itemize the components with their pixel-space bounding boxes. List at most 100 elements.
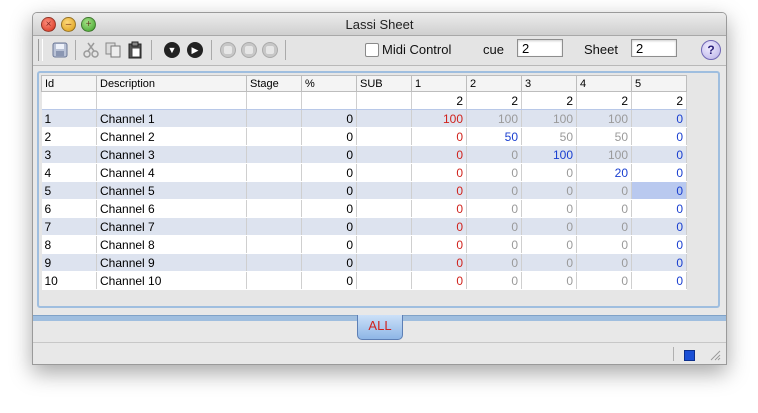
channel-stage-cell[interactable] <box>246 127 302 146</box>
play-icon[interactable]: ▶ <box>185 40 205 60</box>
channel-percent-cell[interactable]: 0 <box>301 145 357 164</box>
column-header-stage[interactable]: Stage <box>246 75 302 92</box>
column-header-cue-4[interactable]: 4 <box>576 75 632 92</box>
cue-level-cell[interactable]: 50 <box>466 127 522 146</box>
channel-description-cell[interactable]: Channel 4 <box>96 163 247 182</box>
column-header-cue-3[interactable]: 3 <box>521 75 577 92</box>
channel-id-cell[interactable]: 5 <box>41 181 97 200</box>
cue-level-cell[interactable]: 0 <box>411 127 467 146</box>
channel-stage-cell[interactable] <box>246 181 302 200</box>
cue-number-cell[interactable]: 2 <box>631 91 687 110</box>
cue-level-cell[interactable]: 0 <box>521 271 577 290</box>
column-header-description[interactable]: Description <box>96 75 247 92</box>
cue-level-cell[interactable]: 100 <box>521 145 577 164</box>
cue-level-cell[interactable]: 0 <box>521 163 577 182</box>
cue-level-cell[interactable]: 0 <box>466 181 522 200</box>
sheet-input[interactable] <box>631 39 677 57</box>
cue-level-cell[interactable]: 0 <box>631 181 687 200</box>
column-header-cue-2[interactable]: 2 <box>466 75 522 92</box>
channel-row[interactable]: 4 Channel 4 0 0 0 0 20 0 <box>41 163 687 182</box>
channel-percent-cell[interactable]: 0 <box>301 271 357 290</box>
channel-sub-cell[interactable] <box>356 145 412 164</box>
cue-level-cell[interactable]: 100 <box>466 109 522 128</box>
cue-level-cell[interactable]: 0 <box>631 199 687 218</box>
channel-stage-cell[interactable] <box>246 199 302 218</box>
cue-number-cell[interactable]: 2 <box>466 91 522 110</box>
cue-level-cell[interactable]: 100 <box>576 109 632 128</box>
cue-level-cell[interactable]: 0 <box>411 217 467 236</box>
cue-level-cell[interactable]: 0 <box>631 145 687 164</box>
cue-level-cell[interactable]: 0 <box>631 217 687 236</box>
cue-level-cell[interactable]: 100 <box>576 145 632 164</box>
cue-level-cell[interactable]: 0 <box>466 145 522 164</box>
cue-level-cell[interactable]: 20 <box>576 163 632 182</box>
cue-level-cell[interactable]: 0 <box>521 253 577 272</box>
channel-id-cell[interactable]: 7 <box>41 217 97 236</box>
cue-level-cell[interactable]: 100 <box>411 109 467 128</box>
channel-description-cell[interactable]: Channel 9 <box>96 253 247 272</box>
channel-row[interactable]: 3 Channel 3 0 0 0 100 100 0 <box>41 145 687 164</box>
column-header-sub[interactable]: SUB <box>356 75 412 92</box>
channel-sub-cell[interactable] <box>356 235 412 254</box>
channel-row[interactable]: 10 Channel 10 0 0 0 0 0 0 <box>41 271 687 290</box>
column-header-id[interactable]: Id <box>41 75 97 92</box>
channel-percent-cell[interactable]: 0 <box>301 199 357 218</box>
channel-row[interactable]: 8 Channel 8000000 <box>41 235 687 254</box>
channel-id-cell[interactable]: 1 <box>41 109 97 128</box>
channel-stage-cell[interactable] <box>246 271 302 290</box>
channel-stage-cell[interactable] <box>246 109 302 128</box>
cue-input[interactable] <box>517 39 563 57</box>
channel-sub-cell[interactable] <box>356 181 412 200</box>
cue-level-cell[interactable]: 0 <box>631 127 687 146</box>
cue-level-cell[interactable]: 0 <box>576 235 632 254</box>
channel-sub-cell[interactable] <box>356 199 412 218</box>
channel-id-cell[interactable]: 4 <box>41 163 97 182</box>
channel-percent-cell[interactable]: 0 <box>301 235 357 254</box>
channel-description-cell[interactable]: Channel 7 <box>96 217 247 236</box>
stop-icon[interactable] <box>260 40 280 60</box>
cue-level-cell[interactable]: 0 <box>466 217 522 236</box>
channel-sub-cell[interactable] <box>356 163 412 182</box>
channel-stage-cell[interactable] <box>246 217 302 236</box>
channel-id-cell[interactable]: 6 <box>41 199 97 218</box>
channel-description-cell[interactable]: Channel 6 <box>96 199 247 218</box>
channel-row[interactable]: 1 Channel 1 0 100 100 100 100 0 <box>41 109 687 128</box>
cue-level-cell[interactable]: 0 <box>466 271 522 290</box>
column-header-percent[interactable]: % <box>301 75 357 92</box>
cue-level-cell[interactable]: 0 <box>631 253 687 272</box>
down-arrow-icon[interactable]: ▼ <box>162 40 182 60</box>
paste-icon[interactable] <box>125 40 145 60</box>
column-header-cue-5[interactable]: 5 <box>631 75 687 92</box>
cue-number-cell[interactable]: 2 <box>521 91 577 110</box>
help-button[interactable]: ? <box>701 40 721 60</box>
channel-description-cell[interactable]: Channel 8 <box>96 235 247 254</box>
channel-description-cell[interactable]: Channel 2 <box>96 127 247 146</box>
channel-sub-cell[interactable] <box>356 253 412 272</box>
cue-level-cell[interactable]: 0 <box>631 235 687 254</box>
cue-level-cell[interactable]: 0 <box>466 253 522 272</box>
cue-level-cell[interactable]: 0 <box>466 199 522 218</box>
cue-level-cell[interactable]: 0 <box>411 271 467 290</box>
cue-level-cell[interactable]: 0 <box>411 181 467 200</box>
cue-level-cell[interactable]: 0 <box>411 199 467 218</box>
channel-row[interactable]: 5 Channel 5000000 <box>41 181 687 200</box>
channel-sub-cell[interactable] <box>356 127 412 146</box>
channel-sub-cell[interactable] <box>356 271 412 290</box>
cue-number-cell[interactable]: 2 <box>576 91 632 110</box>
stop-icon[interactable] <box>239 40 259 60</box>
channel-row[interactable]: 9 Channel 9000000 <box>41 253 687 272</box>
channel-description-cell[interactable]: Channel 1 <box>96 109 247 128</box>
cue-level-cell[interactable]: 0 <box>631 163 687 182</box>
channel-percent-cell[interactable]: 0 <box>301 163 357 182</box>
cue-level-cell[interactable]: 50 <box>576 127 632 146</box>
channel-id-cell[interactable]: 2 <box>41 127 97 146</box>
cue-level-cell[interactable]: 0 <box>576 253 632 272</box>
cue-level-cell[interactable]: 0 <box>631 271 687 290</box>
cue-level-cell[interactable]: 0 <box>411 235 467 254</box>
channel-stage-cell[interactable] <box>246 163 302 182</box>
cue-level-cell[interactable]: 0 <box>466 163 522 182</box>
channel-percent-cell[interactable]: 0 <box>301 109 357 128</box>
channel-percent-cell[interactable]: 0 <box>301 127 357 146</box>
midi-control-checkbox[interactable] <box>365 43 379 57</box>
cue-level-cell[interactable]: 0 <box>411 163 467 182</box>
